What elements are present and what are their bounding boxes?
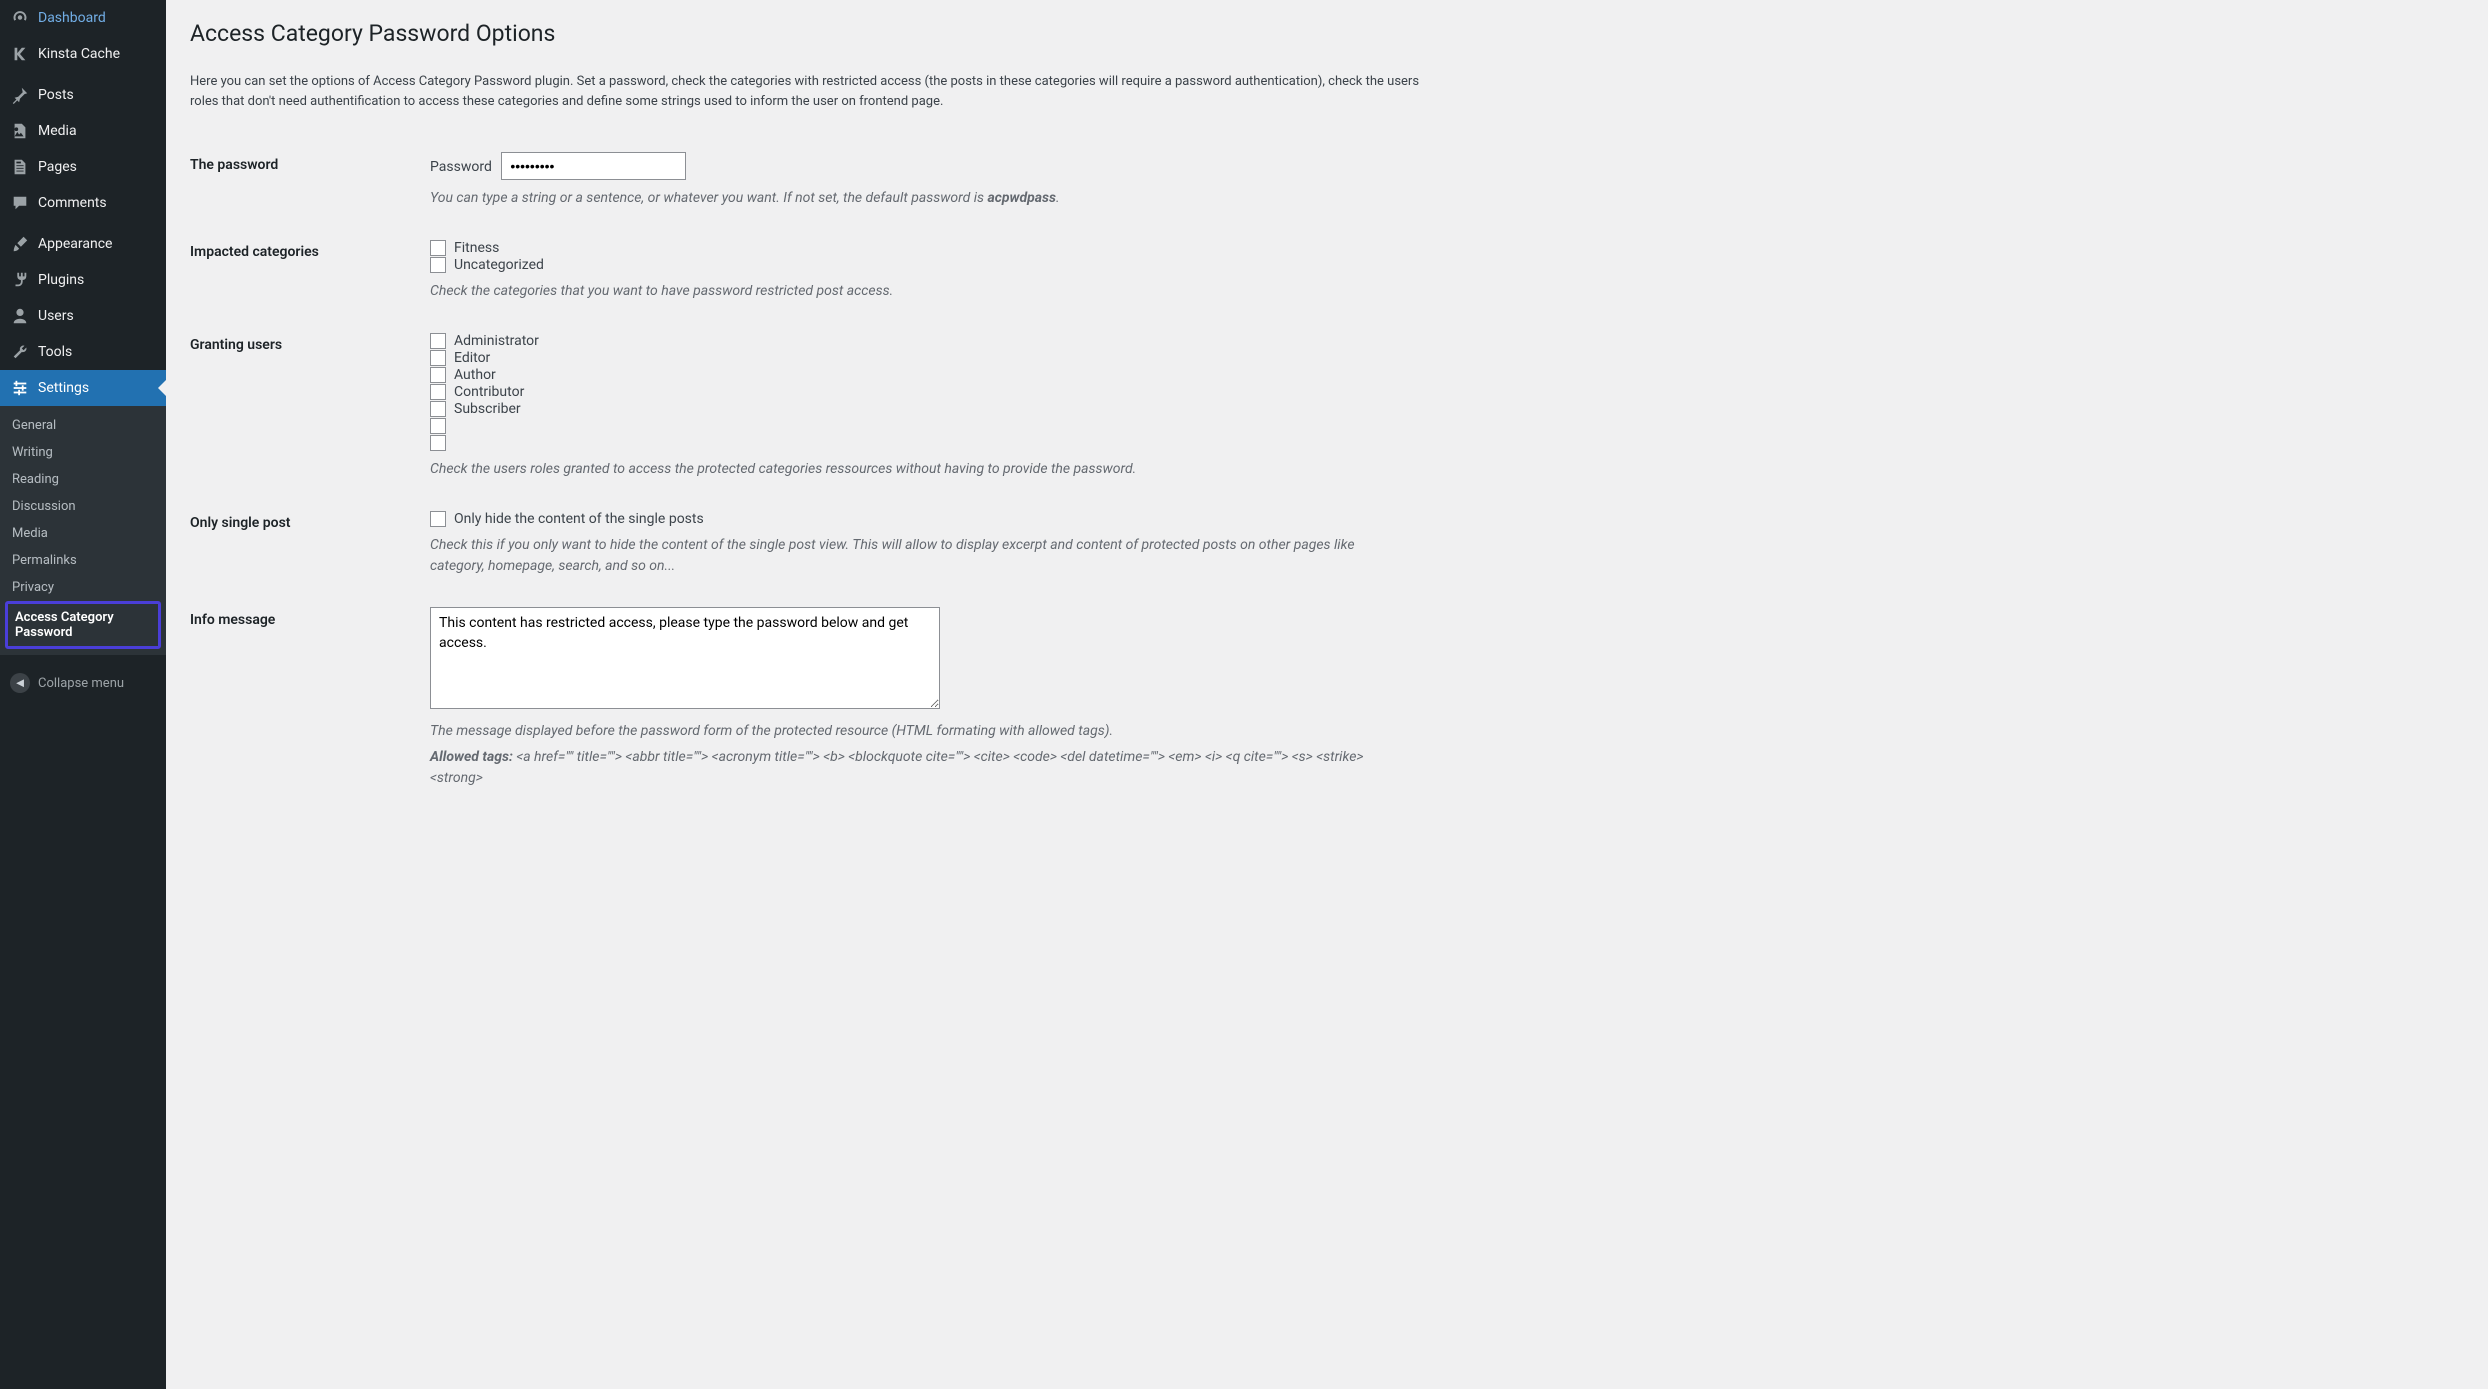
submenu-item-general[interactable]: General: [0, 412, 166, 439]
sidebar-item-label: Media: [38, 123, 77, 139]
brush-icon: [10, 234, 30, 254]
sliders-icon: [10, 378, 30, 398]
dashboard-icon: [10, 8, 30, 28]
category-label: Uncategorized: [454, 257, 544, 273]
settings-form: The password Password You can type a str…: [190, 137, 1422, 804]
sidebar-item-dashboard[interactable]: Dashboard: [0, 0, 166, 36]
sidebar-item-label: Dashboard: [38, 10, 106, 26]
role-row: Editor: [430, 350, 1412, 366]
sidebar-item-users[interactable]: Users: [0, 298, 166, 334]
intro-text: Here you can set the options of Access C…: [190, 72, 1422, 112]
submenu-item-access-category-password[interactable]: Access Category Password: [8, 604, 158, 646]
sidebar-item-media[interactable]: Media: [0, 113, 166, 149]
row-heading-granting: Granting users: [190, 317, 420, 495]
submenu-item-writing[interactable]: Writing: [0, 439, 166, 466]
collapse-icon: ◄: [10, 673, 30, 693]
settings-submenu: GeneralWritingReadingDiscussionMediaPerm…: [0, 406, 166, 655]
role-checkbox-contributor[interactable]: [430, 384, 446, 400]
user-icon: [10, 306, 30, 326]
submenu-item-permalinks[interactable]: Permalinks: [0, 547, 166, 574]
submenu-item-discussion[interactable]: Discussion: [0, 493, 166, 520]
role-row: Administrator: [430, 333, 1412, 349]
kinsta-icon: [10, 44, 30, 64]
role-row: Contributor: [430, 384, 1412, 400]
sidebar-item-label: Plugins: [38, 272, 84, 288]
categories-description: Check the categories that you want to ha…: [430, 281, 1412, 302]
submenu-item-privacy[interactable]: Privacy: [0, 574, 166, 601]
password-input[interactable]: [501, 152, 686, 180]
role-checkbox-author[interactable]: [430, 367, 446, 383]
page-title: Access Category Password Options: [190, 20, 1422, 47]
sidebar-item-label: Pages: [38, 159, 77, 175]
sidebar-item-comments[interactable]: Comments: [0, 185, 166, 221]
collapse-menu-label: Collapse menu: [38, 676, 124, 691]
role-row: [430, 418, 1412, 434]
only-single-label: Only hide the content of the single post…: [454, 511, 704, 527]
page-icon: [10, 157, 30, 177]
sidebar-item-settings[interactable]: Settings: [0, 370, 166, 406]
role-label: Editor: [454, 350, 490, 366]
sidebar-item-label: Kinsta Cache: [38, 46, 120, 62]
sidebar-item-kinsta-cache[interactable]: Kinsta Cache: [0, 36, 166, 72]
sidebar-item-pages[interactable]: Pages: [0, 149, 166, 185]
category-row: Uncategorized: [430, 257, 1412, 273]
category-checkbox-fitness[interactable]: [430, 240, 446, 256]
row-heading-categories: Impacted categories: [190, 224, 420, 317]
role-label: Contributor: [454, 384, 524, 400]
single-description: Check this if you only want to hide the …: [430, 535, 1412, 577]
allowed-tags: Allowed tags: <a href="" title=""> <abbr…: [430, 747, 1412, 789]
media-icon: [10, 121, 30, 141]
sidebar-item-label: Settings: [38, 380, 89, 396]
password-label: Password: [430, 159, 492, 175]
role-label: Administrator: [454, 333, 539, 349]
role-checkbox[interactable]: [430, 418, 446, 434]
category-row: Fitness: [430, 240, 1412, 256]
sidebar-item-label: Users: [38, 308, 74, 324]
info-message-textarea[interactable]: [430, 607, 940, 709]
sidebar-item-tools[interactable]: Tools: [0, 334, 166, 370]
only-single-checkbox[interactable]: [430, 511, 446, 527]
category-checkbox-uncategorized[interactable]: [430, 257, 446, 273]
role-label: Author: [454, 367, 496, 383]
password-description: You can type a string or a sentence, or …: [430, 188, 1412, 209]
sidebar-item-label: Comments: [38, 195, 107, 211]
granting-description: Check the users roles granted to access …: [430, 459, 1412, 480]
submenu-item-reading[interactable]: Reading: [0, 466, 166, 493]
collapse-menu-button[interactable]: ◄ Collapse menu: [0, 665, 166, 701]
category-label: Fitness: [454, 240, 499, 256]
pin-icon: [10, 85, 30, 105]
role-label: Subscriber: [454, 401, 521, 417]
role-checkbox-editor[interactable]: [430, 350, 446, 366]
role-checkbox-subscriber[interactable]: [430, 401, 446, 417]
role-checkbox-administrator[interactable]: [430, 333, 446, 349]
sidebar-item-label: Tools: [38, 344, 72, 360]
submenu-current-highlight: Access Category Password: [5, 601, 161, 649]
role-row: [430, 435, 1412, 451]
row-heading-single: Only single post: [190, 495, 420, 592]
admin-sidebar: Dashboard Kinsta Cache Posts Media Pages Com…: [0, 0, 166, 1389]
role-row: Author: [430, 367, 1412, 383]
sidebar-item-label: Appearance: [38, 236, 112, 252]
info-description: The message displayed before the passwor…: [430, 721, 1412, 742]
role-row: Subscriber: [430, 401, 1412, 417]
sidebar-item-plugins[interactable]: Plugins: [0, 262, 166, 298]
role-checkbox[interactable]: [430, 435, 446, 451]
sidebar-item-posts[interactable]: Posts: [0, 77, 166, 113]
wrench-icon: [10, 342, 30, 362]
row-heading-password: The password: [190, 137, 420, 224]
main-content: Access Category Password Options Here yo…: [166, 0, 1446, 1389]
row-heading-info: Info message: [190, 592, 420, 804]
submenu-item-media[interactable]: Media: [0, 520, 166, 547]
plug-icon: [10, 270, 30, 290]
sidebar-item-appearance[interactable]: Appearance: [0, 226, 166, 262]
sidebar-item-label: Posts: [38, 87, 74, 103]
comment-icon: [10, 193, 30, 213]
